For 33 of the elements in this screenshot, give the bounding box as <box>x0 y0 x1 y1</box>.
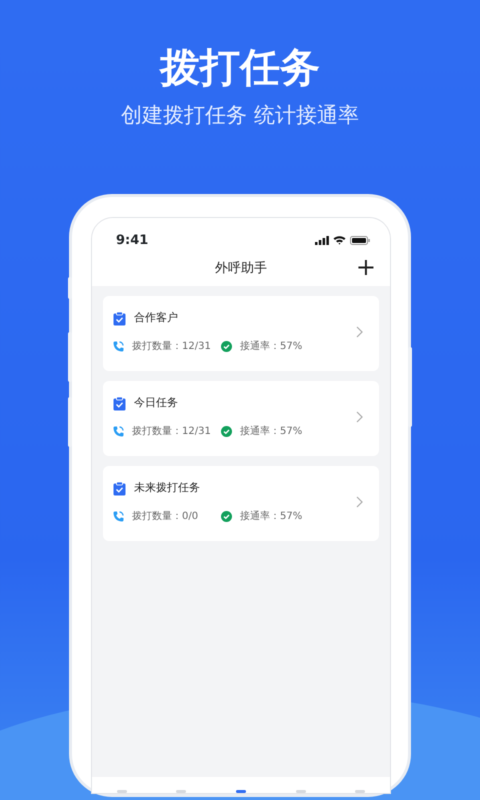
chevron-right-icon <box>356 326 363 338</box>
task-card[interactable]: 未来拨打任务 拨打数量：0/0 接通率：57% <box>103 466 379 542</box>
chevron-right-icon <box>356 496 363 508</box>
task-name: 今日任务 <box>134 395 178 412</box>
check-circle-icon <box>221 510 232 522</box>
tab-icon[interactable] <box>234 789 248 794</box>
battery-icon <box>350 236 370 245</box>
call-count: 拨打数量：0/0 <box>132 510 198 524</box>
call-count: 拨打数量：12/31 <box>132 340 211 354</box>
task-card[interactable]: 合作客户 拨打数量：12/31 接通率：57% <box>103 296 379 372</box>
connect-rate: 接通率：57% <box>240 510 302 524</box>
wifi-icon <box>333 235 346 246</box>
status-time: 9:41 <box>116 232 148 250</box>
connect-rate: 接通率：57% <box>240 340 302 354</box>
nav-title: 外呼助手 <box>215 261 267 276</box>
signal-icon <box>315 236 329 245</box>
phone-icon <box>113 340 124 352</box>
subheadline: 创建拨打任务 统计接通率 <box>120 102 360 129</box>
headline: 拨打任务 <box>158 44 321 92</box>
task-name: 未来拨打任务 <box>134 480 200 496</box>
phone-icon <box>113 510 124 522</box>
phone-icon <box>113 426 124 437</box>
call-count: 拨打数量：12/31 <box>132 424 211 439</box>
connect-rate: 接通率：57% <box>240 424 302 439</box>
chevron-right-icon <box>356 411 363 424</box>
check-circle-icon <box>221 340 232 352</box>
task-name: 合作客户 <box>134 310 178 326</box>
clipboard-check-icon <box>113 396 126 411</box>
clipboard-check-icon <box>113 482 126 496</box>
check-circle-icon <box>221 426 232 437</box>
task-card[interactable]: 今日任务 拨打数量：12/31 接通率：57% <box>103 381 379 456</box>
clipboard-check-icon <box>113 312 126 326</box>
add-button[interactable]: + <box>356 252 376 282</box>
